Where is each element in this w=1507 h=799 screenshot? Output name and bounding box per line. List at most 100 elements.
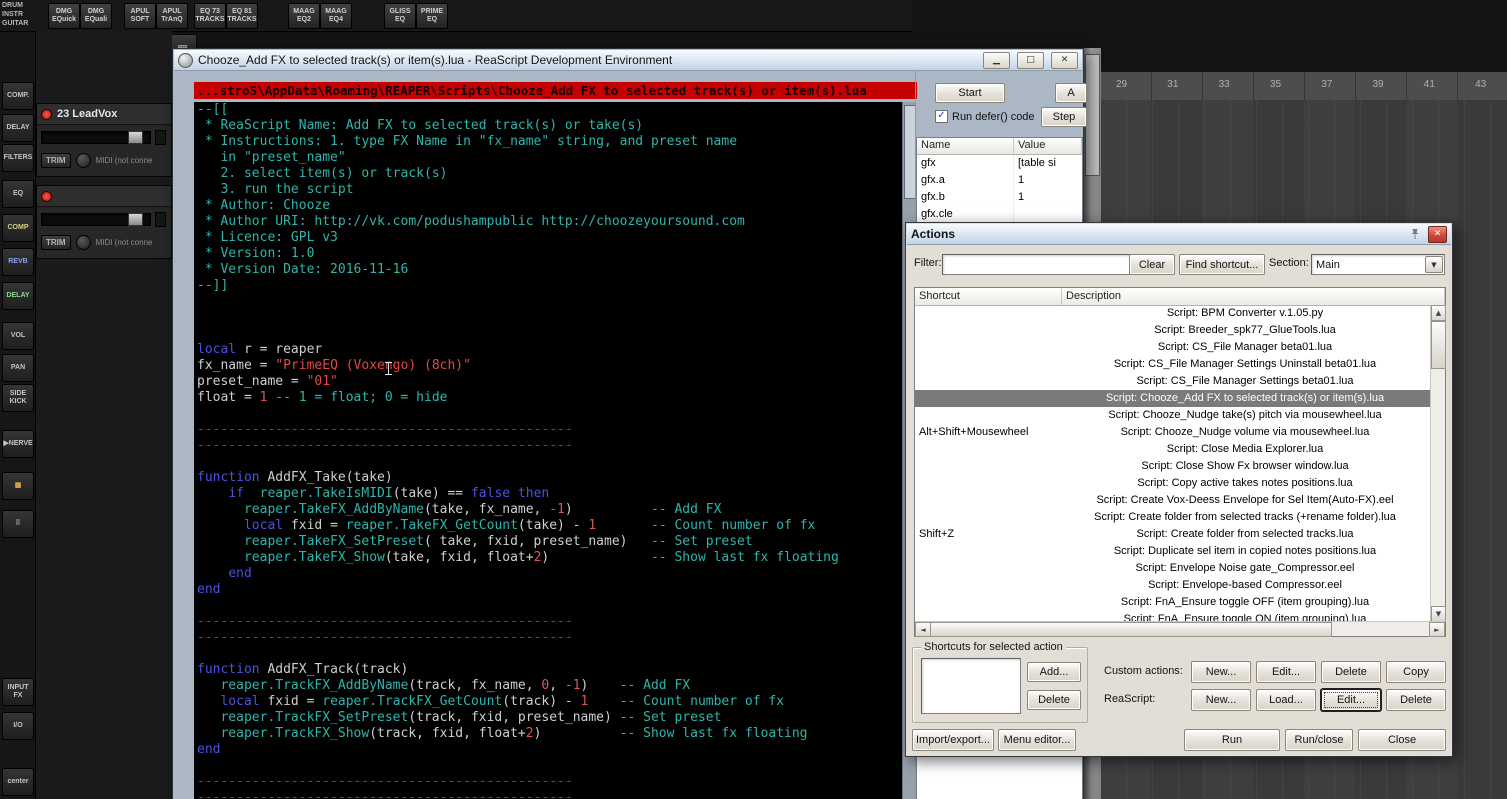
- fx-button-tranq[interactable]: APULTrAnQ: [156, 3, 188, 29]
- close-icon[interactable]: ✕: [1428, 226, 1447, 243]
- pan-knob[interactable]: [76, 235, 91, 250]
- list-horizontal-scrollbar[interactable]: ◄ ►: [915, 621, 1445, 636]
- column-shortcut[interactable]: Shortcut: [915, 288, 1062, 305]
- strip-filters[interactable]: FILTERS: [2, 144, 34, 172]
- run-close-button[interactable]: Run/close: [1285, 729, 1353, 751]
- pan-knob[interactable]: [76, 153, 91, 168]
- watch-row[interactable]: gfx.b1: [917, 189, 1082, 206]
- strip--[interactable]: ▦: [2, 472, 34, 500]
- action-row[interactable]: Script: Duplicate sel item in copied not…: [915, 543, 1431, 560]
- watch-row[interactable]: gfx[table si: [917, 155, 1082, 172]
- fx-button-equali[interactable]: DMGEQuali: [80, 3, 112, 29]
- action-row[interactable]: Alt+Shift+MousewheelScript: Chooze_Nudge…: [915, 424, 1431, 441]
- action-row[interactable]: Script: Breeder_spk77_GlueTools.lua: [915, 322, 1431, 339]
- action-row[interactable]: Shift+ZScript: Create folder from select…: [915, 526, 1431, 543]
- action-row[interactable]: Script: Close Media Explorer.lua: [915, 441, 1431, 458]
- record-arm-icon[interactable]: [41, 109, 52, 120]
- strip-side-kick[interactable]: SIDE KICK: [2, 384, 34, 412]
- scroll-right-icon[interactable]: ►: [1429, 622, 1445, 637]
- trim-button[interactable]: TRIM: [41, 153, 71, 168]
- section-select[interactable]: Main ▼: [1311, 254, 1445, 275]
- strip-comp[interactable]: COMP: [2, 214, 34, 242]
- maximize-button[interactable]: □: [1017, 52, 1044, 69]
- list-header[interactable]: Shortcut Description: [915, 288, 1445, 306]
- action-row[interactable]: Script: CS_File Manager Settings beta01.…: [915, 373, 1431, 390]
- strip-delay[interactable]: DELAY: [2, 114, 34, 142]
- reascript-new-button[interactable]: New...: [1191, 689, 1251, 711]
- custom-delete-button[interactable]: Delete: [1321, 661, 1381, 683]
- abort-button[interactable]: A: [1055, 83, 1087, 103]
- fx-button-tracks[interactable]: EQ 81TRACKS: [226, 3, 258, 29]
- custom-copy-button[interactable]: Copy: [1386, 661, 1446, 683]
- reascript-title-bar[interactable]: Chooze_Add FX to selected track(s) or it…: [174, 50, 1082, 71]
- scrollbar-thumb[interactable]: [1085, 54, 1100, 176]
- action-row[interactable]: Script: Envelope-based Compressor.eel: [915, 577, 1431, 594]
- track-leadvox[interactable]: 23 LeadVox TRIM MIDI (not conne: [36, 103, 172, 177]
- action-row[interactable]: Script: Create Vox-Deess Envelope for Se…: [915, 492, 1431, 509]
- strip-center[interactable]: center: [2, 768, 34, 796]
- column-description[interactable]: Description: [1062, 288, 1445, 305]
- scroll-down-icon[interactable]: ▼: [1431, 606, 1446, 622]
- watch-column-name[interactable]: Name: [917, 138, 1014, 154]
- fx-button-eq4[interactable]: MAAGEQ4: [320, 3, 352, 29]
- scrollbar-thumb[interactable]: [1431, 321, 1446, 369]
- trim-button[interactable]: TRIM: [41, 235, 71, 250]
- track-header[interactable]: 23 LeadVox: [37, 104, 171, 125]
- track-name[interactable]: 23 LeadVox: [57, 108, 117, 120]
- fx-button-eq[interactable]: PRIMEEQ: [416, 3, 448, 29]
- list-vertical-scrollbar[interactable]: ▲ ▼: [1430, 305, 1445, 622]
- action-row[interactable]: Script: Envelope Noise gate_Compressor.e…: [915, 560, 1431, 577]
- strip--nerve[interactable]: ▶NERVE: [2, 430, 34, 458]
- action-row[interactable]: Script: Create folder from selected trac…: [915, 509, 1431, 526]
- minimize-button[interactable]: ▁: [983, 52, 1010, 69]
- strip-pan[interactable]: PAN: [2, 354, 34, 382]
- run-button[interactable]: Run: [1184, 729, 1280, 751]
- watch-row[interactable]: gfx.cle: [917, 206, 1082, 223]
- timeline-ruler[interactable]: 2931333537394143: [1100, 72, 1507, 101]
- chevron-down-icon[interactable]: ▼: [1425, 256, 1443, 273]
- shortcuts-listbox[interactable]: [921, 658, 1021, 714]
- close-button[interactable]: ✕: [1051, 52, 1078, 69]
- scroll-left-icon[interactable]: ◄: [915, 622, 931, 637]
- track-2[interactable]: TRIM MIDI (not conne: [36, 185, 172, 259]
- track-header[interactable]: [37, 186, 171, 207]
- code-editor[interactable]: --[[ * ReaScript Name: Add FX to selecte…: [194, 102, 905, 799]
- fx-button-equick[interactable]: DMGEQuick: [48, 3, 80, 29]
- strip-input-fx[interactable]: INPUT FX: [2, 678, 34, 706]
- close-button[interactable]: Close: [1358, 729, 1446, 751]
- clear-button[interactable]: Clear: [1129, 254, 1175, 275]
- action-row[interactable]: Script: FnA_Ensure toggle OFF (item grou…: [915, 594, 1431, 611]
- reascript-delete-button[interactable]: Delete: [1386, 689, 1446, 711]
- filter-input[interactable]: [942, 254, 1130, 275]
- watch-header[interactable]: Name Value: [917, 138, 1082, 155]
- action-row[interactable]: Script: CS_File Manager beta01.lua: [915, 339, 1431, 356]
- start-button[interactable]: Start: [935, 83, 1005, 103]
- custom-edit-button[interactable]: Edit...: [1256, 661, 1316, 683]
- action-row[interactable]: Script: Copy active takes notes position…: [915, 475, 1431, 492]
- fx-button-soft[interactable]: APULSOFT: [124, 3, 156, 29]
- find-shortcut-button[interactable]: Find shortcut...: [1179, 254, 1265, 275]
- watch-column-value[interactable]: Value: [1014, 138, 1082, 154]
- record-arm-icon[interactable]: [41, 191, 52, 202]
- volume-fader[interactable]: [41, 131, 151, 144]
- run-defer-checkbox[interactable]: ✓: [935, 110, 948, 123]
- strip-revb[interactable]: REVB: [2, 248, 34, 276]
- step-button[interactable]: Step: [1041, 107, 1087, 127]
- fader-handle[interactable]: [128, 213, 143, 226]
- action-row-selected[interactable]: Script: Chooze_Add FX to selected track(…: [915, 390, 1431, 407]
- fx-button-eq2[interactable]: MAAGEQ2: [288, 3, 320, 29]
- action-row[interactable]: Script: BPM Converter v.1.05.py: [915, 305, 1431, 322]
- volume-fader[interactable]: [41, 213, 151, 226]
- fx-button-tracks[interactable]: EQ 73TRACKS: [194, 3, 226, 29]
- scrollbar-thumb[interactable]: [930, 622, 1332, 637]
- fader-handle[interactable]: [128, 131, 143, 144]
- strip-vol[interactable]: VOL: [2, 322, 34, 350]
- strip-i-o[interactable]: I/O: [2, 712, 34, 740]
- strip-delay[interactable]: DELAY: [2, 282, 34, 310]
- watch-row[interactable]: gfx.a1: [917, 172, 1082, 189]
- pin-icon[interactable]: [1409, 228, 1421, 240]
- custom-new-button[interactable]: New...: [1191, 661, 1251, 683]
- menu-editor-button[interactable]: Menu editor...: [998, 729, 1076, 751]
- strip-comp-[interactable]: COMP.: [2, 82, 34, 110]
- actions-title-bar[interactable]: Actions ✕: [907, 224, 1451, 245]
